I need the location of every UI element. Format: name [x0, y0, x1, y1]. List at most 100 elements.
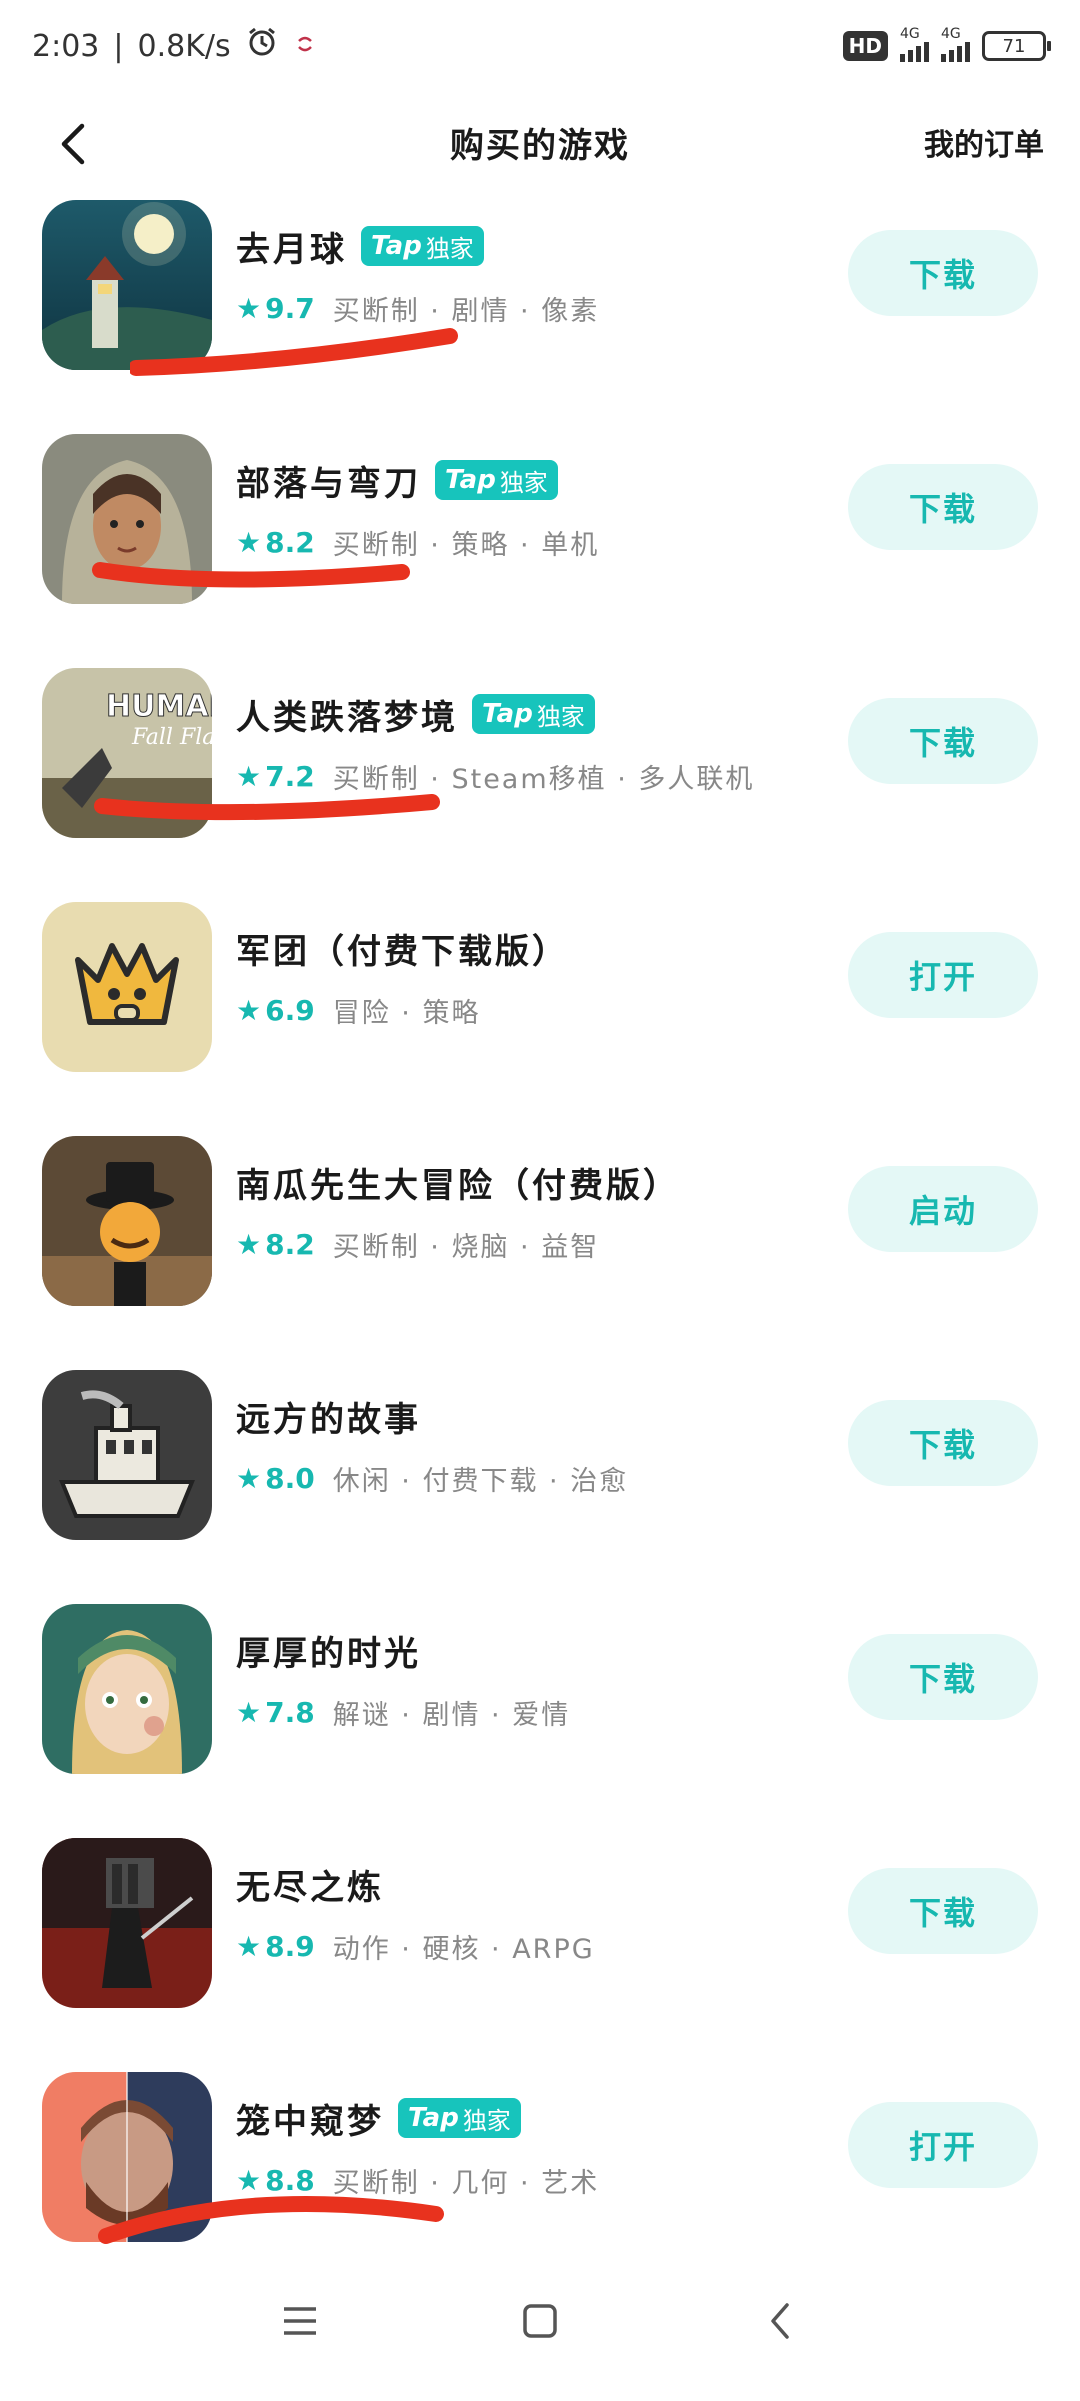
game-tags: 买断制 · 策略 · 单机	[332, 529, 600, 561]
back-triangle-icon	[771, 2302, 789, 2339]
game-icon[interactable]	[42, 1604, 212, 1774]
game-name[interactable]: 部落与弯刀	[236, 456, 421, 505]
star-icon: ★	[236, 1695, 262, 1729]
game-tags: 休闲 · 付费下载 · 治愈	[332, 1465, 629, 1497]
game-action-button[interactable]: 下载	[848, 1634, 1038, 1720]
game-rating: 8.0	[265, 1461, 315, 1495]
game-title-line: 远方的故事	[236, 1390, 820, 1442]
tap-badge-text: 独家	[425, 234, 474, 263]
game-icon[interactable]	[42, 434, 212, 604]
game-title-line: 无尽之炼	[236, 1858, 820, 1910]
home-nav-button[interactable]	[505, 2286, 575, 2356]
game-name[interactable]: 笼中窥梦	[236, 2094, 384, 2143]
game-action-button[interactable]: 下载	[848, 464, 1038, 550]
game-tags: 动作 · 硬核 · ARPG	[332, 1933, 595, 1965]
game-tags: 买断制 · 烧脑 · 益智	[332, 1231, 600, 1263]
game-info: 笼中窥梦 Tap 独家 ★ 8.8 买断制 · 几何 · 艺术	[236, 2092, 820, 2200]
game-info: 无尽之炼 ★ 8.9 动作 · 硬核 · ARPG	[236, 1858, 820, 1966]
game-icon[interactable]	[42, 1136, 212, 1306]
battery-level: 71	[1002, 35, 1026, 57]
star-icon: ★	[236, 525, 262, 559]
game-title-line: 部落与弯刀 Tap 独家	[236, 454, 820, 506]
game-meta: ★ 6.9 冒险 · 策略	[236, 990, 820, 1030]
signal-icon-2: 4G	[941, 26, 970, 62]
game-row[interactable]: 军团（付费下载版） ★ 6.9 冒险 · 策略 打开	[0, 902, 1080, 1136]
game-meta: ★ 8.2 买断制 · 策略 · 单机	[236, 522, 820, 562]
game-icon[interactable]	[42, 1370, 212, 1540]
system-nav-bar	[0, 2240, 1080, 2401]
status-time: 2:03	[32, 28, 100, 64]
game-title-line: 军团（付费下载版）	[236, 922, 820, 974]
star-icon: ★	[236, 759, 262, 793]
home-square-icon	[523, 2303, 557, 2338]
game-icon[interactable]	[42, 200, 212, 370]
menu-nav-button[interactable]	[265, 2286, 335, 2356]
my-orders-link[interactable]: 我的订单	[924, 120, 1044, 164]
status-bar: 2:03 | 0.8K/s HD 4G 4G 71	[0, 0, 1080, 92]
game-info: 军团（付费下载版） ★ 6.9 冒险 · 策略	[236, 922, 820, 1030]
game-row[interactable]: 南瓜先生大冒险（付费版） ★ 8.2 买断制 · 烧脑 · 益智 启动	[0, 1136, 1080, 1370]
menu-icon	[284, 2306, 316, 2335]
tap-exclusive-badge: Tap 独家	[398, 2098, 521, 2138]
game-name[interactable]: 人类跌落梦境	[236, 690, 458, 739]
game-row[interactable]: HUMANFall Flat 人类跌落梦境 Tap独家 ★ 7.2 买断制 · …	[0, 668, 1080, 902]
game-meta: ★ 8.0 休闲 · 付费下载 · 治愈	[236, 1458, 820, 1498]
game-meta: ★ 9.7 买断制 · 剧情 · 像素	[236, 288, 820, 328]
game-icon[interactable]	[42, 2072, 212, 2242]
game-tags: 买断制 · 剧情 · 像素	[332, 295, 600, 327]
star-icon: ★	[236, 291, 262, 325]
tap-badge-logo: Tap	[371, 231, 422, 261]
game-row[interactable]: 去月球 Tap 独家 ★ 9.7 买断制 · 剧情 · 像素 下载	[0, 200, 1080, 434]
game-meta: ★ 8.9 动作 · 硬核 · ARPG	[236, 1926, 820, 1966]
net-label-2: 4G	[941, 26, 961, 42]
tap-badge-logo: Tap	[408, 2103, 459, 2133]
page-title: 购买的游戏	[450, 126, 630, 166]
back-nav-button[interactable]	[745, 2286, 815, 2356]
star-icon: ★	[236, 1929, 262, 1963]
game-title-line: 南瓜先生大冒险（付费版）	[236, 1156, 820, 1208]
star-icon: ★	[236, 1227, 262, 1261]
game-row[interactable]: 远方的故事 ★ 8.0 休闲 · 付费下载 · 治愈 下载	[0, 1370, 1080, 1604]
app-notification-icon	[293, 29, 317, 64]
game-info: 部落与弯刀 Tap 独家 ★ 8.2 买断制 · 策略 · 单机	[236, 454, 820, 562]
game-row[interactable]: 部落与弯刀 Tap 独家 ★ 8.2 买断制 · 策略 · 单机 下载	[0, 434, 1080, 668]
game-meta: ★ 7.8 解谜 · 剧情 · 爱情	[236, 1692, 820, 1732]
game-meta: ★ 8.2 买断制 · 烧脑 · 益智	[236, 1224, 820, 1264]
tap-exclusive-badge: Tap 独家	[361, 226, 484, 266]
game-action-button[interactable]: 下载	[848, 1868, 1038, 1954]
game-icon[interactable]: HUMANFall Flat	[42, 668, 212, 838]
game-action-button[interactable]: 打开	[848, 932, 1038, 1018]
star-icon: ★	[236, 1461, 262, 1495]
game-info: 远方的故事 ★ 8.0 休闲 · 付费下载 · 治愈	[236, 1390, 820, 1498]
game-rating: 8.2	[265, 1227, 315, 1261]
game-tags: 解谜 · 剧情 · 爱情	[332, 1699, 571, 1731]
game-title-line: 笼中窥梦 Tap 独家	[236, 2092, 820, 2144]
game-icon[interactable]	[42, 1838, 212, 2008]
game-rating: 7.2	[265, 759, 315, 793]
game-row[interactable]: 无尽之炼 ★ 8.9 动作 · 硬核 · ARPG 下载	[0, 1838, 1080, 2072]
game-name[interactable]: 厚厚的时光	[236, 1626, 421, 1675]
game-name[interactable]: 无尽之炼	[236, 1860, 384, 1909]
tap-badge-logo: Tap	[445, 465, 496, 495]
star-icon: ★	[236, 2163, 262, 2197]
game-action-button[interactable]: 启动	[848, 1166, 1038, 1252]
game-icon[interactable]	[42, 902, 212, 1072]
game-action-button[interactable]: 下载	[848, 1400, 1038, 1486]
game-rating: 9.7	[265, 291, 315, 325]
game-info: 南瓜先生大冒险（付费版） ★ 8.2 买断制 · 烧脑 · 益智	[236, 1156, 820, 1264]
game-name[interactable]: 去月球	[236, 222, 347, 271]
game-rating: 6.9	[265, 993, 315, 1027]
game-action-button[interactable]: 下载	[848, 698, 1038, 784]
game-name[interactable]: 南瓜先生大冒险（付费版）	[236, 1158, 680, 1207]
game-action-button[interactable]: 下载	[848, 230, 1038, 316]
game-name[interactable]: 远方的故事	[236, 1392, 421, 1441]
tap-badge-text: 独家	[499, 468, 548, 497]
game-list: 去月球 Tap 独家 ★ 9.7 买断制 · 剧情 · 像素 下载 部落与弯刀 T…	[0, 200, 1080, 2306]
game-name[interactable]: 军团（付费下载版）	[236, 924, 569, 973]
game-action-button[interactable]: 打开	[848, 2102, 1038, 2188]
game-row[interactable]: 厚厚的时光 ★ 7.8 解谜 · 剧情 · 爱情 下载	[0, 1604, 1080, 1838]
game-info: 人类跌落梦境 Tap 独家 ★ 7.2 买断制 · Steam移植 · 多人联机	[236, 688, 820, 796]
game-title-line: 人类跌落梦境 Tap 独家	[236, 688, 820, 740]
game-tags: 买断制 · 几何 · 艺术	[332, 2167, 600, 2199]
icon-text-fallflat: Fall Flat	[131, 725, 212, 750]
